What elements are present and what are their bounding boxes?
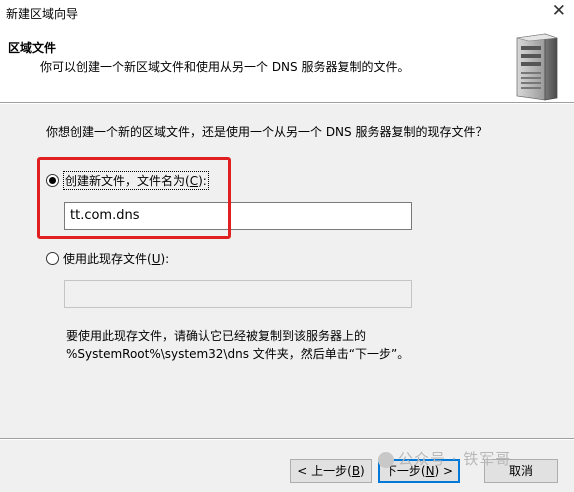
server-icon xyxy=(516,33,558,101)
back-button[interactable]: < 上一步(B) xyxy=(290,459,372,483)
page-title: 区域文件 xyxy=(8,41,57,55)
create-new-file-radio[interactable]: 创建新文件，文件名为(C): xyxy=(46,171,209,190)
window-title: 新建区域向导 xyxy=(6,7,79,21)
wizard-header: 区域文件 你可以创建一个新区域文件和使用从另一个 DNS 服务器复制的文件。 xyxy=(0,24,574,102)
page-subtitle: 你可以创建一个新区域文件和使用从另一个 DNS 服务器复制的文件。 xyxy=(40,60,410,74)
radio-selected-icon[interactable] xyxy=(46,174,59,187)
close-icon[interactable]: ✕ xyxy=(552,1,566,21)
existing-file-input[interactable] xyxy=(64,280,412,308)
note-line-2: %SystemRoot%\system32\dns 文件夹，然后单击“下一步”。 xyxy=(66,347,410,361)
new-file-name-input[interactable]: tt.com.dns xyxy=(64,202,412,230)
existing-file-note: 要使用此现存文件，请确认它已经被复制到该服务器上的 %SystemRoot%\s… xyxy=(66,327,409,363)
header-divider-highlight xyxy=(0,103,574,104)
radio-unselected-icon[interactable] xyxy=(46,252,59,265)
create-new-file-label: 创建新文件，文件名为(C): xyxy=(63,171,209,190)
use-existing-file-radio[interactable]: 使用此现存文件(U): xyxy=(46,250,169,267)
next-button[interactable]: 下一步(N) > xyxy=(378,459,460,483)
cancel-button[interactable]: 取消 xyxy=(484,459,558,483)
use-existing-file-label: 使用此现存文件(U): xyxy=(63,252,170,266)
note-line-1: 要使用此现存文件，请确认它已经被复制到该服务器上的 xyxy=(66,329,367,343)
question-text: 你想创建一个新的区域文件，还是使用一个从另一个 DNS 服务器复制的现存文件？ xyxy=(46,125,488,139)
title-bar: 新建区域向导 ✕ xyxy=(0,0,574,24)
footer-divider-highlight xyxy=(0,439,574,440)
